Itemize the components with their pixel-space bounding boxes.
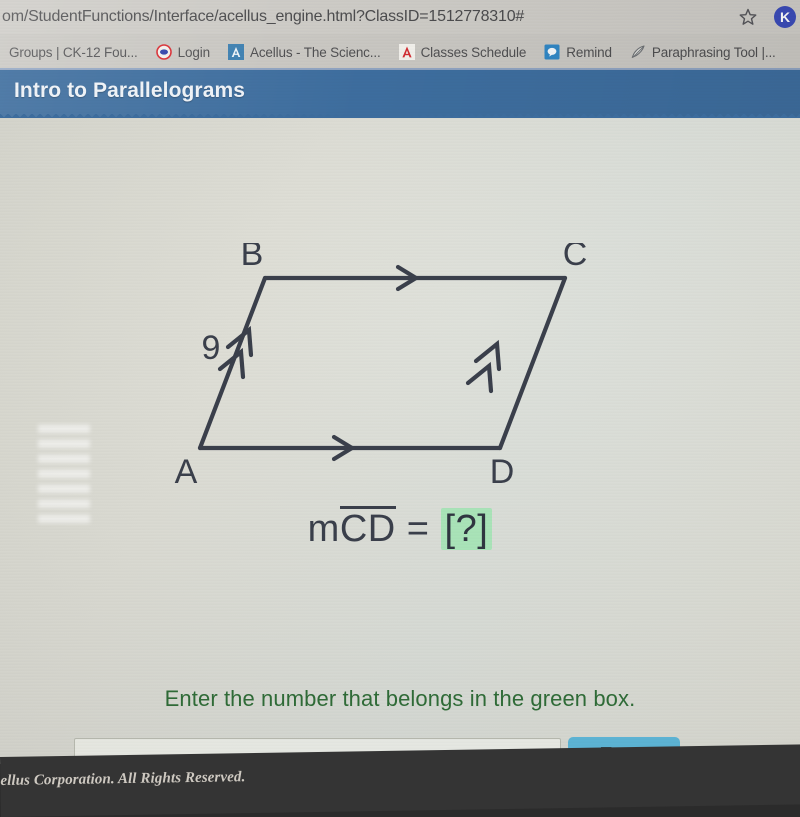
vertex-label-B: B	[241, 243, 264, 273]
side-length-label: 9	[202, 329, 221, 367]
vertex-label-C: C	[563, 243, 588, 273]
remind-speech-bubble-icon	[544, 44, 560, 60]
tick-dc-double-arrow	[465, 339, 502, 394]
bookmark-remind[interactable]: Remind	[535, 42, 621, 62]
bookmark-label: Login	[177, 44, 210, 60]
bookmark-label: Paraphrasing Tool |...	[651, 44, 776, 60]
chrome-actions: K	[738, 2, 796, 32]
bracket-open: [	[444, 508, 456, 550]
bracket-close: ]	[477, 508, 489, 550]
page-title: Intro to Parallelograms	[14, 79, 246, 102]
lesson-content: B C A D 9 mCD = [?] Enter the number tha…	[0, 118, 800, 764]
bookmark-paraphrasing-tool[interactable]: Paraphrasing Tool |...	[621, 42, 785, 62]
copyright-text: ellus Corporation. All Rights Reserved.	[0, 769, 246, 789]
vertex-label-A: A	[175, 453, 198, 491]
instruction-text: Enter the number that belongs in the gre…	[164, 686, 636, 711]
red-circle-icon	[155, 44, 172, 60]
unknown-value: ?	[455, 508, 478, 550]
vertex-label-D: D	[490, 453, 515, 491]
lesson-header-bar: Intro to Parallelograms	[0, 70, 800, 118]
address-bar-url: om/StudentFunctions/Interface/acellus_en…	[2, 8, 525, 25]
browser-chrome: om/StudentFunctions/Interface/acellus_en…	[0, 0, 800, 70]
acellus-a-red-icon	[398, 44, 415, 60]
bookmark-label: Remind	[566, 44, 612, 60]
page-footer: ellus Corporation. All Rights Reserved.	[0, 743, 800, 817]
segment-cd: CD	[339, 506, 396, 550]
bookmark-label: Groups | CK-12 Fou...	[9, 44, 138, 60]
bookmark-groups-ck12[interactable]: Groups | CK-12 Fou...	[0, 43, 147, 62]
equals-sign: =	[406, 508, 430, 550]
quill-pen-icon	[630, 44, 646, 60]
bookmark-acellus-science[interactable]: Acellus - The Scienc...	[219, 42, 390, 62]
avatar[interactable]: K	[774, 6, 796, 28]
parallelogram-figure: B C A D 9	[170, 243, 600, 493]
unknown-green-box: [?]	[440, 508, 493, 550]
address-bar[interactable]: om/StudentFunctions/Interface/acellus_en…	[0, 0, 800, 34]
bookmark-label: Acellus - The Scienc...	[249, 44, 381, 60]
acellus-a-icon	[227, 44, 244, 60]
bookmark-login[interactable]: Login	[147, 42, 219, 62]
bookmark-classes-schedule[interactable]: Classes Schedule	[390, 42, 536, 62]
parallelogram-svg: B C A D 9	[175, 243, 588, 491]
bookmarks-bar: Groups | CK-12 Fou... Login Acellus - Th…	[0, 36, 800, 68]
star-icon[interactable]	[738, 7, 758, 27]
measure-prefix: m	[307, 508, 340, 550]
question-equation: mCD = [?]	[0, 506, 800, 551]
bookmark-label: Classes Schedule	[420, 44, 527, 60]
